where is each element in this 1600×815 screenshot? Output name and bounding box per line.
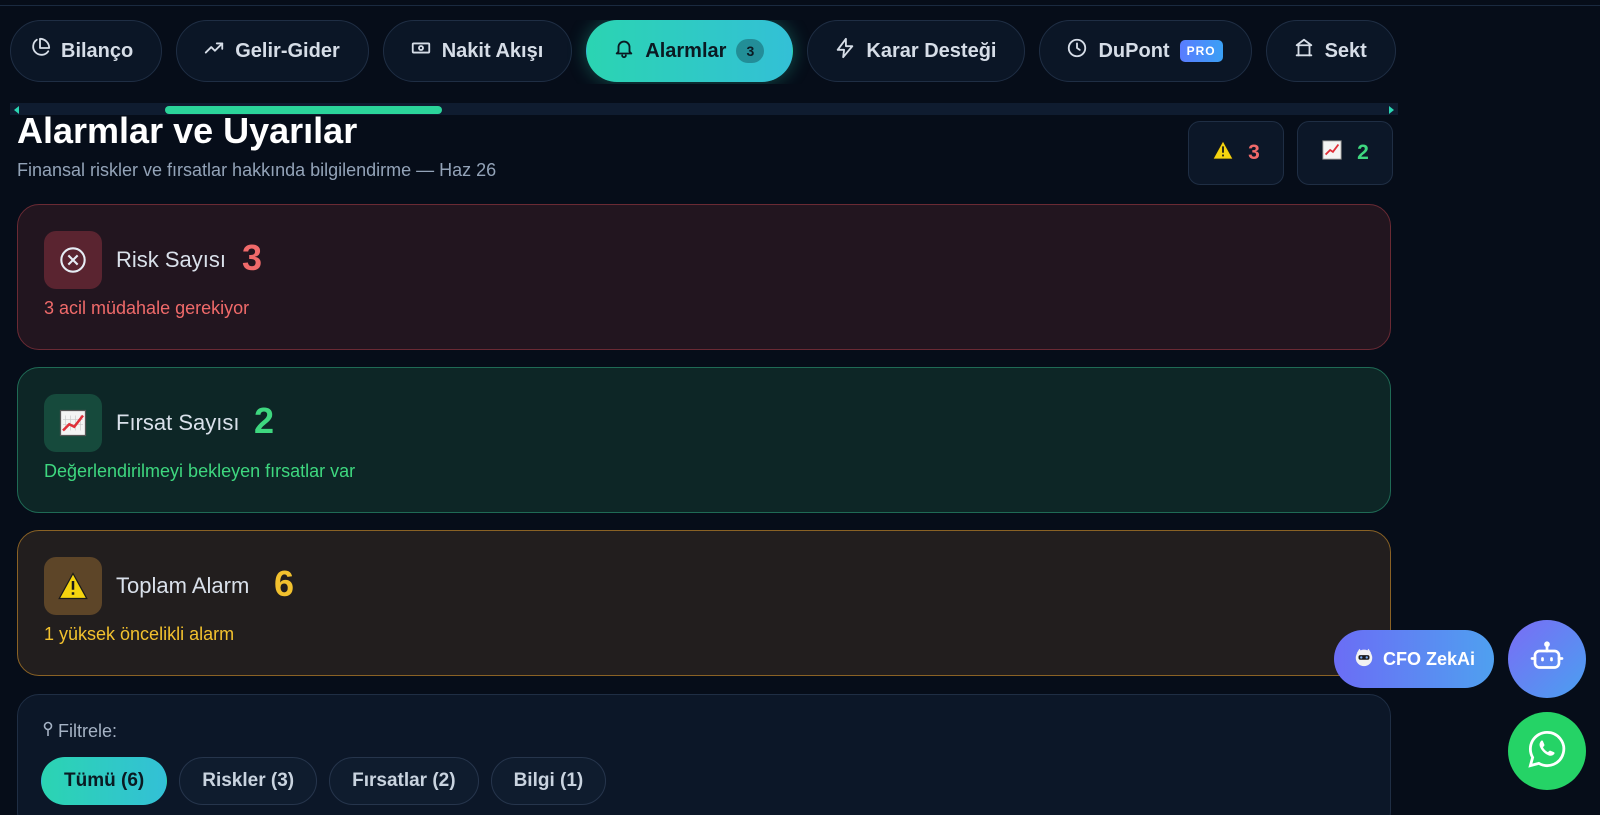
- total-alarm-card[interactable]: Toplam Alarm 6 1 yüksek öncelikli alarm: [17, 530, 1391, 676]
- page-title: Alarmlar ve Uyarılar: [17, 110, 358, 151]
- card-note: 1 yüksek öncelikli alarm: [44, 624, 235, 644]
- tab-label: Nakit Akışı: [441, 39, 544, 62]
- card-value: 6: [274, 563, 295, 604]
- mascot-icon: [1353, 646, 1375, 673]
- filter-all-button[interactable]: Tümü (6): [41, 757, 168, 805]
- trending-up-icon: [203, 37, 225, 65]
- filter-risks-button[interactable]: Riskler (3): [179, 757, 318, 805]
- filter-label: Filtrele:: [42, 721, 117, 742]
- risk-count: 3: [1248, 141, 1260, 164]
- scroll-right-icon[interactable]: [1389, 106, 1394, 114]
- card-label: Fırsat Sayısı: [116, 410, 240, 435]
- whatsapp-icon: [1526, 728, 1568, 775]
- clock-icon: [1066, 37, 1088, 65]
- zap-icon: [834, 37, 856, 65]
- tab-label: DuPont: [1098, 39, 1170, 62]
- top-divider: [0, 5, 1600, 6]
- warning-icon: [44, 557, 102, 615]
- tab-bar: Bilanço Gelir-Gider Nakit Akışı Alarmlar…: [10, 20, 1398, 84]
- bank-icon: [1293, 37, 1315, 65]
- card-label: Toplam Alarm: [116, 573, 250, 598]
- filter-info-button[interactable]: Bilgi (1): [490, 757, 607, 805]
- filter-panel: Filtrele: Tümü (6) Riskler (3) Fırsatlar…: [17, 694, 1391, 815]
- tab-dupont[interactable]: DuPont PRO: [1039, 20, 1252, 82]
- card-note: 3 acil müdahale gerekiyor: [44, 298, 250, 318]
- warning-icon: [1212, 139, 1234, 166]
- risk-card[interactable]: Risk Sayısı 3 3 acil müdahale gerekiyor: [17, 204, 1391, 350]
- opportunity-card[interactable]: Fırsat Sayısı 2 Değerlendirilmeyi bekley…: [17, 367, 1391, 513]
- opportunity-count: 2: [1357, 141, 1369, 164]
- banknote-icon: [410, 37, 432, 65]
- tab-karar-destegi[interactable]: Karar Desteği: [807, 20, 1026, 82]
- chart-increasing-icon: [1321, 139, 1343, 167]
- alarm-count-badge: 3: [736, 39, 765, 63]
- tab-alarmlar[interactable]: Alarmlar 3: [586, 20, 794, 82]
- card-value: 2: [254, 400, 275, 441]
- cfo-zekai-button[interactable]: CFO ZekAi: [1334, 630, 1494, 688]
- tab-label: Karar Desteği: [866, 39, 997, 62]
- tab-sektor[interactable]: Sekt: [1265, 20, 1396, 82]
- tab-gelir-gider[interactable]: Gelir-Gider: [176, 20, 369, 82]
- whatsapp-button[interactable]: [1508, 712, 1586, 790]
- tab-label: Gelir-Gider: [235, 39, 340, 62]
- filter-opportunities-button[interactable]: Fırsatlar (2): [329, 757, 479, 805]
- robot-icon: [1529, 639, 1565, 680]
- tab-bilanco[interactable]: Bilanço: [10, 20, 163, 82]
- card-value: 3: [242, 237, 263, 278]
- opportunity-count-chip: 2: [1297, 121, 1393, 185]
- robot-assistant-button[interactable]: [1508, 620, 1586, 698]
- bell-icon: [613, 37, 635, 65]
- tab-label: Alarmlar: [645, 39, 727, 62]
- pro-badge: PRO: [1179, 40, 1223, 62]
- tab-label: Sekt: [1324, 39, 1367, 62]
- card-label: Risk Sayısı: [116, 247, 227, 272]
- risk-count-chip: 3: [1188, 121, 1284, 185]
- page-subtitle: Finansal riskler ve fırsatlar hakkında b…: [17, 160, 497, 180]
- tab-nakit-akisi[interactable]: Nakit Akışı: [382, 20, 573, 82]
- pin-icon: [42, 721, 54, 742]
- tab-label: Bilanço: [61, 39, 134, 62]
- pie-chart-icon: [29, 37, 51, 65]
- card-note: Değerlendirilmeyi bekleyen fırsatlar var: [44, 461, 356, 481]
- cfo-label: CFO ZekAi: [1382, 648, 1475, 669]
- chart-increasing-icon: [44, 394, 102, 452]
- x-circle-icon: [44, 231, 102, 289]
